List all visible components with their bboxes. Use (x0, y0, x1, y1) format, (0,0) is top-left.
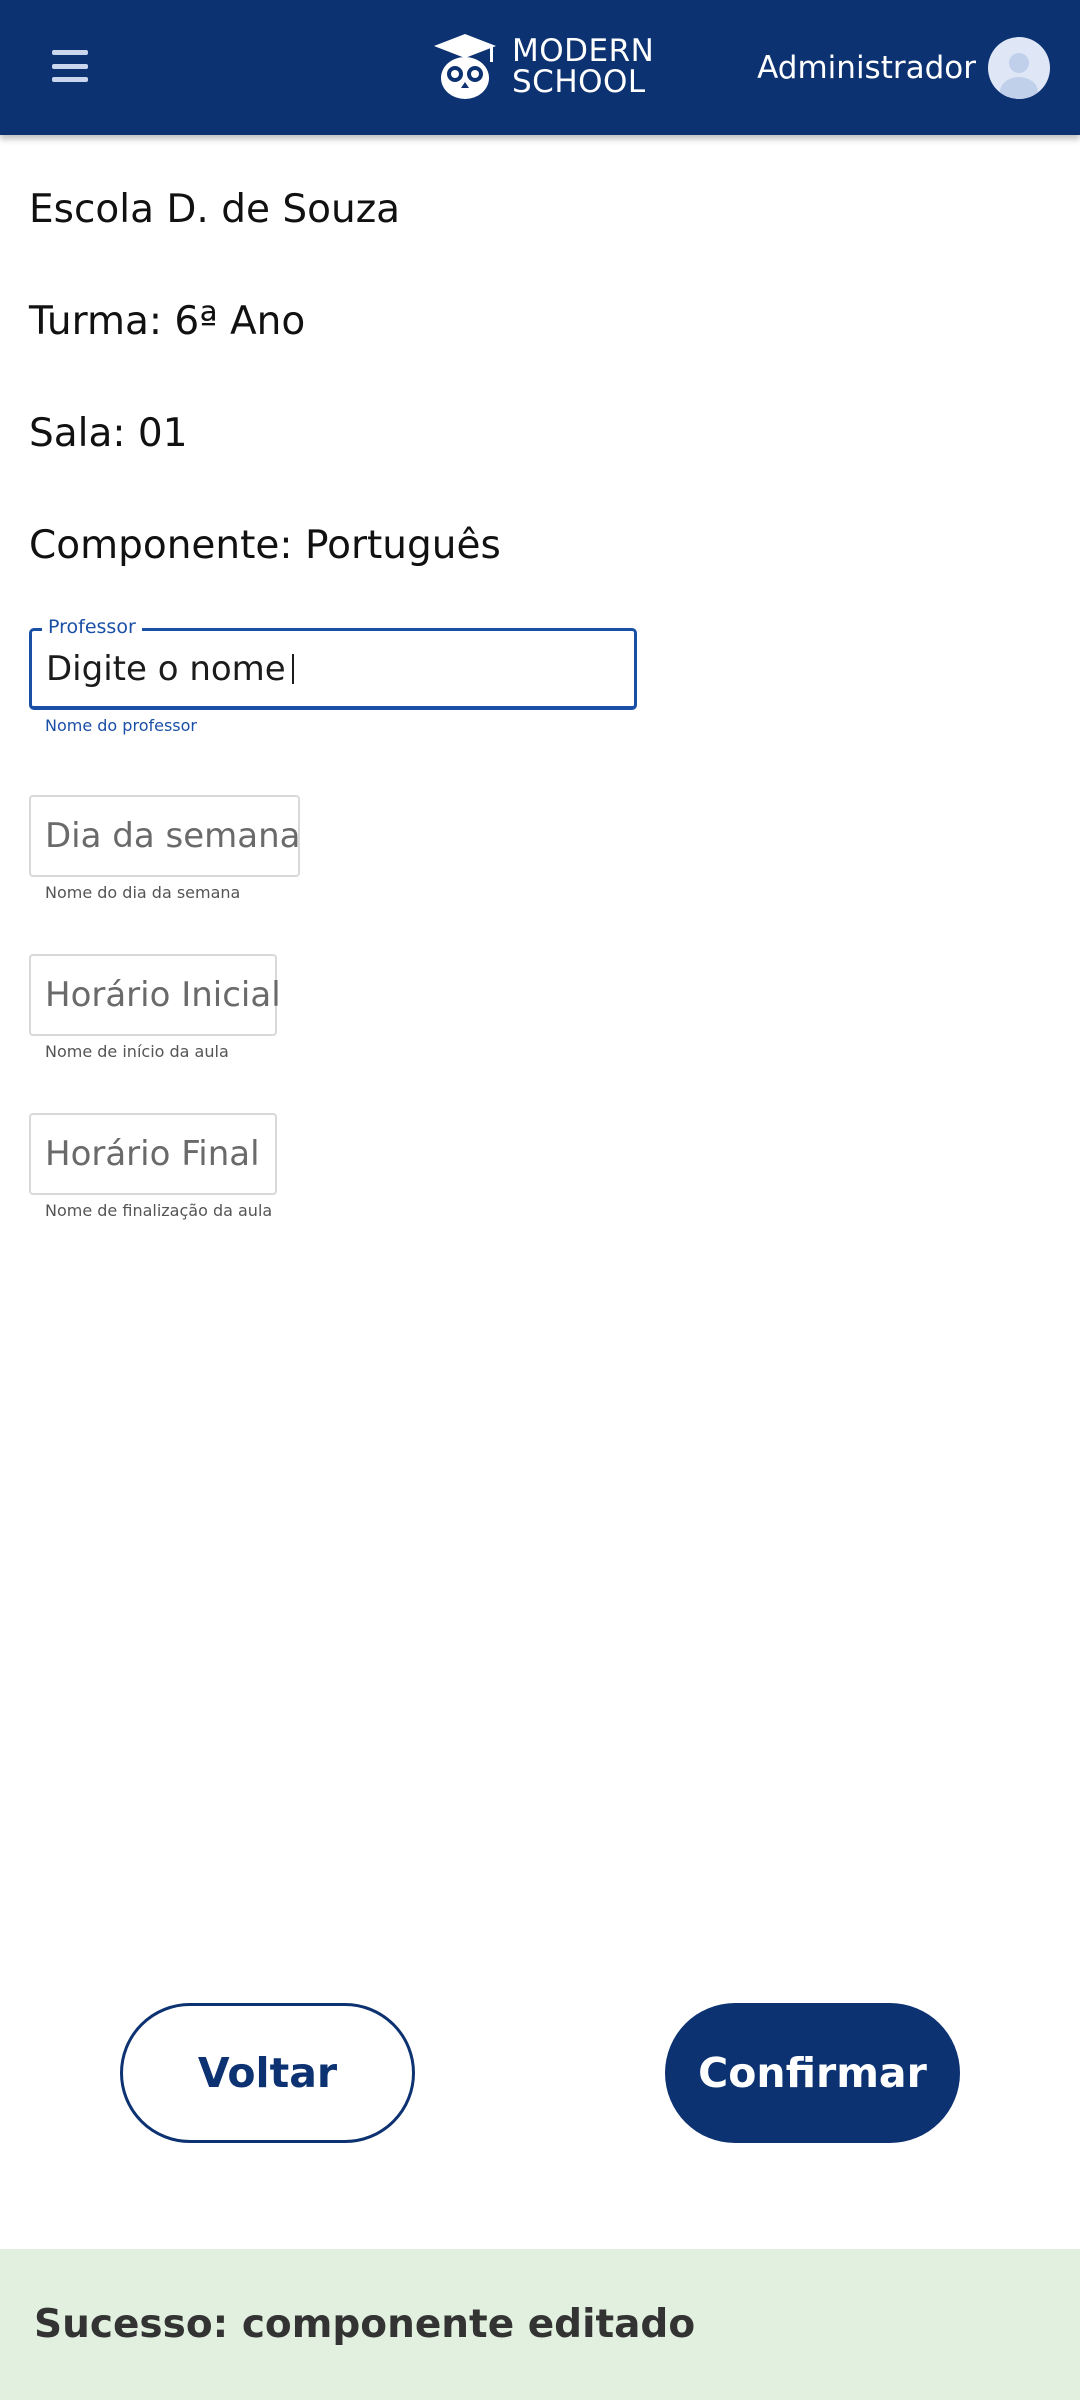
app-header: MODERN SCHOOL Administrador (0, 0, 1080, 135)
start-time-input[interactable]: Horário Inicial (29, 954, 281, 1036)
weekday-helper-text: Nome do dia da semana (45, 883, 241, 902)
component-label: Componente: Português (29, 523, 501, 568)
weekday-input[interactable]: Dia da semana (29, 795, 300, 877)
school-name: Escola D. de Souza (29, 187, 401, 232)
success-toast: Sucesso: componente editado (0, 2249, 1080, 2400)
text-cursor (291, 653, 294, 684)
teacher-field: Professor Digite o nome Nome do professo… (29, 616, 637, 735)
user-name[interactable]: Administrador (757, 48, 976, 88)
weekday-placeholder: Dia da semana (45, 816, 301, 856)
teacher-helper-text: Nome do professor (45, 716, 197, 735)
owl-logo-icon (434, 34, 496, 99)
teacher-input[interactable]: Professor Digite o nome (29, 616, 637, 710)
logo-text-line1: MODERN (512, 33, 655, 69)
teacher-input-value: Digite o nome (46, 648, 286, 689)
class-label: Turma: 6ª Ano (29, 299, 306, 344)
start-time-field: Horário Inicial Nome de início da aula (29, 954, 281, 1061)
weekday-field: Dia da semana Nome do dia da semana (29, 795, 300, 902)
end-time-field: Horário Final Nome de finalização da aul… (29, 1113, 277, 1220)
end-time-helper-text: Nome de finalização da aula (45, 1201, 273, 1220)
confirm-button[interactable]: Confirmar (665, 2003, 960, 2143)
logo-text: MODERN SCHOOL (512, 36, 654, 98)
start-time-helper-text: Nome de início da aula (45, 1042, 229, 1061)
modern-school-logo: MODERN SCHOOL (432, 32, 654, 102)
user-avatar-icon[interactable] (988, 37, 1050, 99)
end-time-placeholder: Horário Final (45, 1134, 260, 1174)
hamburger-menu-icon[interactable] (52, 50, 88, 82)
back-button[interactable]: Voltar (120, 2003, 415, 2143)
teacher-field-label: Professor (42, 616, 142, 638)
room-label: Sala: 01 (29, 411, 188, 456)
success-toast-message: Sucesso: componente editado (34, 2302, 696, 2347)
start-time-placeholder: Horário Inicial (45, 975, 281, 1015)
logo-text-line2: SCHOOL (512, 64, 646, 100)
end-time-input[interactable]: Horário Final (29, 1113, 277, 1195)
